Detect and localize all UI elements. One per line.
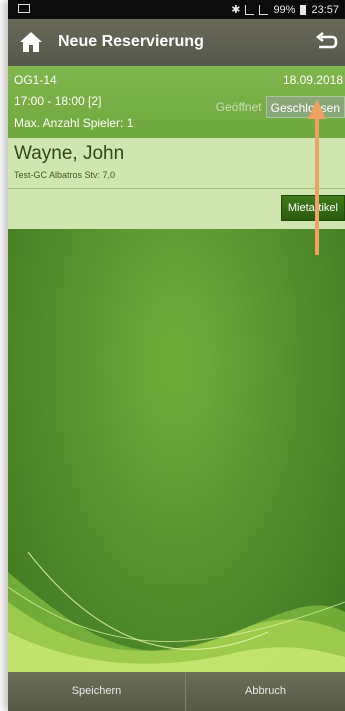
back-icon[interactable] bbox=[313, 29, 339, 55]
reservation-info: OG1-14 18.09.2018 17:00 - 18:00 [2] Max.… bbox=[8, 66, 345, 138]
phone-screen: ✱ 99% 23:57 Neue Reservierung OG1-14 18.… bbox=[8, 0, 345, 711]
battery-percent: 99% bbox=[273, 3, 296, 16]
annotation-arrow-icon bbox=[308, 99, 326, 255]
player-actions: Mietartikel bbox=[8, 189, 345, 229]
player-club: Test-GC Albatros Stv: 7,0 bbox=[14, 170, 116, 180]
cancel-button[interactable]: Abbruch bbox=[186, 672, 345, 711]
content-background bbox=[8, 229, 345, 672]
app-bar: Neue Reservierung bbox=[8, 19, 345, 66]
bluetooth-icon: ✱ bbox=[231, 4, 241, 16]
toggle-open-button[interactable]: Geöffnet bbox=[212, 96, 266, 118]
wifi-icon bbox=[245, 4, 255, 15]
image-icon bbox=[18, 4, 30, 13]
signal-icon bbox=[259, 4, 269, 15]
wave-decoration bbox=[8, 551, 345, 672]
bottom-bar: Speichern Abbruch bbox=[8, 672, 345, 711]
save-button[interactable]: Speichern bbox=[8, 672, 186, 711]
player-row[interactable]: Wayne, John Test-GC Albatros Stv: 7,0 bbox=[8, 138, 345, 189]
clock: 23:57 bbox=[311, 3, 339, 16]
status-icons: ✱ 99% 23:57 bbox=[231, 3, 339, 17]
battery-icon bbox=[300, 4, 307, 15]
reservation-date: 18.09.2018 bbox=[282, 73, 343, 87]
status-bar: ✱ 99% 23:57 bbox=[8, 0, 345, 19]
max-players: Max. Anzahl Spieler: 1 bbox=[14, 116, 134, 130]
reservation-time: 17:00 - 18:00 [2] bbox=[14, 94, 102, 108]
page-title: Neue Reservierung bbox=[58, 33, 204, 50]
home-icon[interactable] bbox=[18, 29, 44, 55]
court-code: OG1-14 bbox=[14, 73, 57, 87]
player-name: Wayne, John bbox=[14, 143, 125, 164]
